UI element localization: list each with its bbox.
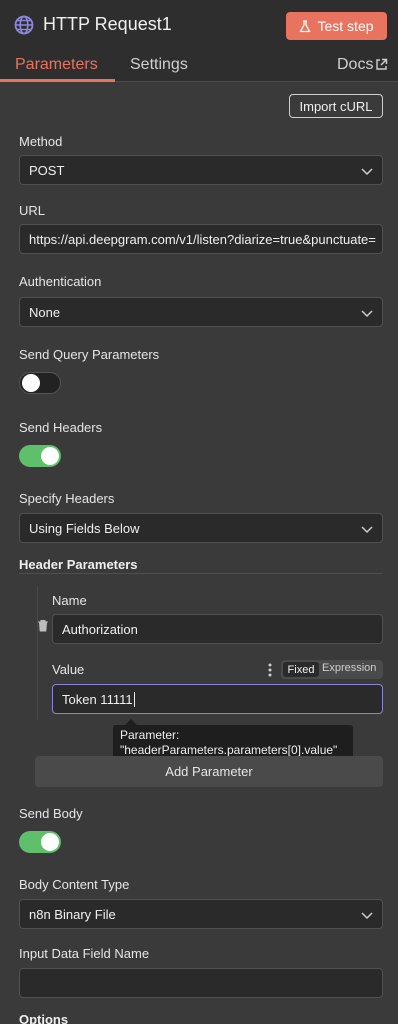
node-header: HTTP Request1 Test step <box>0 0 398 52</box>
send-query-label: Send Query Parameters <box>19 347 160 362</box>
send-headers-label: Send Headers <box>19 420 103 435</box>
tab-settings[interactable]: Settings <box>130 56 188 74</box>
header-name-value: Authorization <box>62 621 138 637</box>
trash-icon[interactable] <box>37 619 49 632</box>
body-content-type-label: Body Content Type <box>19 877 130 892</box>
send-body-toggle[interactable] <box>19 831 61 853</box>
chevron-down-icon <box>361 912 373 920</box>
chevron-down-icon <box>361 310 373 318</box>
url-input[interactable]: https://api.deepgram.com/v1/listen?diari… <box>19 224 383 254</box>
expression-mode-option[interactable]: Expression <box>322 662 376 674</box>
test-step-label: Test step <box>317 18 374 34</box>
header-parameters-title: Header Parameters <box>19 557 138 572</box>
tooltip-line-1: Parameter: <box>120 728 180 742</box>
toggle-knob <box>22 374 40 392</box>
node-title[interactable]: HTTP Request1 <box>43 14 172 35</box>
url-label: URL <box>19 203 46 218</box>
tab-docs[interactable]: Docs <box>337 56 373 74</box>
header-name-label: Name <box>52 593 87 608</box>
fixed-expression-toggle: Fixed Expression <box>281 660 383 679</box>
globe-icon <box>14 15 34 35</box>
authentication-select[interactable]: None <box>19 297 383 327</box>
options-title: Options <box>19 1012 69 1024</box>
tab-bar: Parameters Settings Docs <box>0 52 398 82</box>
method-label: Method <box>19 134 63 149</box>
header-value-text: Token 11111 <box>62 691 133 707</box>
toggle-knob <box>41 833 59 851</box>
text-cursor <box>133 691 135 707</box>
flask-icon <box>299 19 312 32</box>
method-select[interactable]: POST <box>19 155 383 185</box>
test-step-button[interactable]: Test step <box>286 12 387 40</box>
body-content-type-value: n8n Binary File <box>29 906 116 922</box>
method-value: POST <box>29 162 65 178</box>
send-body-label: Send Body <box>19 806 83 821</box>
specify-headers-select[interactable]: Using Fields Below <box>19 513 383 543</box>
specify-headers-label: Specify Headers <box>19 491 115 506</box>
external-link-icon[interactable] <box>375 58 388 71</box>
add-parameter-button[interactable]: Add Parameter <box>35 756 383 787</box>
tab-parameters[interactable]: Parameters <box>15 56 98 74</box>
section-divider <box>19 573 383 574</box>
toggle-knob <box>41 447 59 465</box>
authentication-label: Authentication <box>19 274 102 289</box>
active-tab-indicator <box>0 79 115 82</box>
send-query-toggle[interactable] <box>19 372 61 394</box>
specify-headers-value: Using Fields Below <box>29 520 140 536</box>
body-content-type-select[interactable]: n8n Binary File <box>19 899 383 929</box>
header-name-input[interactable]: Authorization <box>52 614 383 644</box>
parameter-tooltip: Parameter: "headerParameters.parameters[… <box>113 725 353 760</box>
input-data-field-label: Input Data Field Name <box>19 946 150 961</box>
authentication-value: None <box>29 304 61 320</box>
kebab-menu-icon[interactable] <box>268 663 272 677</box>
parameter-group-bar <box>37 586 38 720</box>
chevron-down-icon <box>361 168 373 176</box>
url-value: https://api.deepgram.com/v1/listen?diari… <box>29 231 376 247</box>
input-data-field-input[interactable] <box>19 968 383 998</box>
fixed-mode-option[interactable]: Fixed <box>283 662 319 677</box>
import-curl-button[interactable]: Import cURL <box>289 94 383 118</box>
header-value-label: Value <box>52 662 85 677</box>
header-value-input[interactable]: Token 11111 <box>52 684 383 714</box>
chevron-down-icon <box>361 526 373 534</box>
send-headers-toggle[interactable] <box>19 445 61 467</box>
